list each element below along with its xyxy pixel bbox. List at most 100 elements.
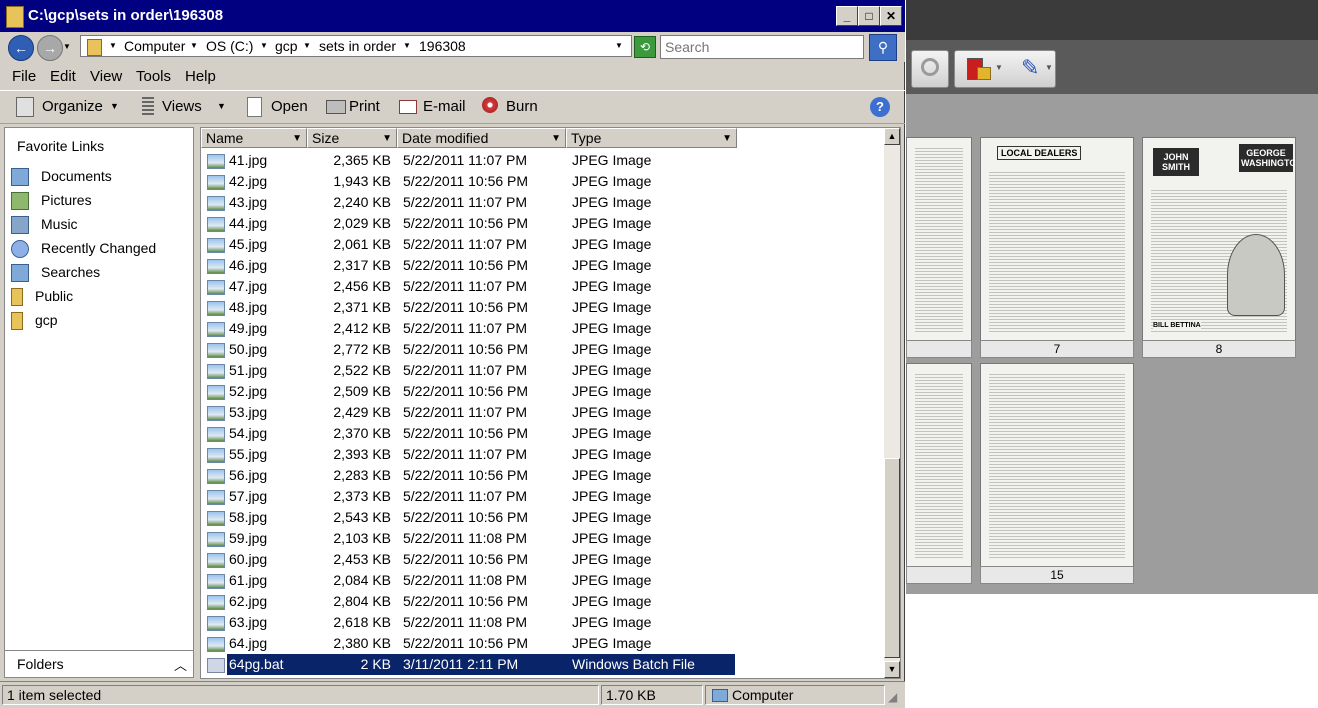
minimize-button[interactable]: _ bbox=[836, 6, 858, 26]
breadcrumb-gcp[interactable]: gcp bbox=[275, 36, 298, 56]
file-row[interactable]: 50.jpg 2,772 KB 5/22/2011 10:56 PM JPEG Ima… bbox=[201, 339, 884, 360]
file-row[interactable]: 64.jpg 2,380 KB 5/22/2011 10:56 PM JPEG Ima… bbox=[201, 633, 884, 654]
file-row[interactable]: 59.jpg 2,103 KB 5/22/2011 11:08 PM JPEG Ima… bbox=[201, 528, 884, 549]
menu-edit[interactable]: Edit bbox=[50, 68, 76, 85]
nav-link-documents[interactable]: Documents bbox=[11, 166, 112, 187]
nav-link-pictures[interactable]: Pictures bbox=[11, 190, 92, 211]
file-row[interactable]: 47.jpg 2,456 KB 5/22/2011 11:07 PM JPEG Ima… bbox=[201, 276, 884, 297]
print-button[interactable]: Print bbox=[349, 98, 380, 115]
chevron-down-icon[interactable]: ▼ bbox=[292, 129, 302, 148]
page-thumbnail[interactable] bbox=[906, 137, 972, 342]
menu-view[interactable]: View bbox=[90, 68, 122, 85]
breadcrumb-current-folder[interactable]: 196308 bbox=[419, 36, 466, 56]
organize-button[interactable]: Organize bbox=[42, 98, 103, 115]
file-date-modified: 5/22/2011 10:56 PM bbox=[403, 257, 529, 273]
chevron-down-icon[interactable]: ▼ bbox=[382, 129, 392, 148]
file-row[interactable]: 43.jpg 2,240 KB 5/22/2011 11:07 PM JPEG Ima… bbox=[201, 192, 884, 213]
scroll-up-button[interactable]: ▲ bbox=[884, 128, 900, 145]
dancer-illustration bbox=[1227, 234, 1285, 316]
recent-pages-chevron-icon[interactable]: ▼ bbox=[63, 42, 71, 51]
search-input[interactable] bbox=[660, 35, 864, 59]
chevron-down-icon[interactable]: ▼ bbox=[217, 101, 226, 111]
column-header-name[interactable]: Name ▼ bbox=[201, 128, 307, 148]
file-size: 2,772 KB bbox=[333, 341, 391, 357]
help-button[interactable]: ? bbox=[870, 97, 890, 117]
file-row[interactable]: 46.jpg 2,317 KB 5/22/2011 10:56 PM JPEG Ima… bbox=[201, 255, 884, 276]
file-row[interactable]: 60.jpg 2,453 KB 5/22/2011 10:56 PM JPEG Ima… bbox=[201, 549, 884, 570]
file-row[interactable]: 53.jpg 2,429 KB 5/22/2011 11:07 PM JPEG Ima… bbox=[201, 402, 884, 423]
file-row[interactable]: 41.jpg 2,365 KB 5/22/2011 11:07 PM JPEG Ima… bbox=[201, 150, 884, 171]
menu-help[interactable]: Help bbox=[185, 68, 216, 85]
close-button[interactable]: ✕ bbox=[880, 6, 902, 26]
protect-and-sign-group[interactable]: ▼ ✎ ▼ bbox=[954, 50, 1056, 88]
refresh-button[interactable]: ⟲ bbox=[634, 36, 656, 58]
file-row[interactable]: 54.jpg 2,370 KB 5/22/2011 10:56 PM JPEG Ima… bbox=[201, 423, 884, 444]
address-history-chevron-icon[interactable]: ▼ bbox=[615, 36, 623, 56]
file-name: 41.jpg bbox=[229, 152, 268, 168]
column-header-size[interactable]: Size ▼ bbox=[307, 128, 397, 148]
nav-link-recently-changed[interactable]: Recently Changed bbox=[11, 238, 156, 259]
file-row[interactable]: 62.jpg 2,804 KB 5/22/2011 10:56 PM JPEG Ima… bbox=[201, 591, 884, 612]
file-row[interactable]: 55.jpg 2,393 KB 5/22/2011 11:07 PM JPEG Ima… bbox=[201, 444, 884, 465]
page-thumbnail[interactable] bbox=[980, 363, 1134, 568]
scroll-down-button[interactable]: ▼ bbox=[884, 661, 900, 678]
jpeg-image-icon bbox=[207, 217, 225, 232]
open-button[interactable]: Open bbox=[271, 98, 308, 115]
page-label: 8 bbox=[1142, 340, 1296, 358]
views-button[interactable]: Views bbox=[162, 98, 202, 115]
file-row[interactable]: 45.jpg 2,061 KB 5/22/2011 11:07 PM JPEG Ima… bbox=[201, 234, 884, 255]
nav-link-searches[interactable]: Searches bbox=[11, 262, 100, 283]
page-thumbnail[interactable] bbox=[906, 363, 972, 568]
menu-tools[interactable]: Tools bbox=[136, 68, 171, 85]
file-row[interactable]: 64pg.bat 2 KB 3/11/2011 2:11 PM Windows Bat… bbox=[201, 654, 884, 675]
file-row[interactable]: 61.jpg 2,084 KB 5/22/2011 11:08 PM JPEG Ima… bbox=[201, 570, 884, 591]
chevron-down-icon[interactable]: ▼ bbox=[190, 36, 198, 56]
address-field[interactable]: ▼ Computer ▼ OS (C:) ▼ gcp ▼ sets in ord… bbox=[80, 35, 632, 57]
page-thumbnail[interactable]: JOHN SMITH GEORGE WASHINGTON BILL BETTIN… bbox=[1142, 137, 1296, 342]
column-header-date-modified[interactable]: Date modified ▼ bbox=[397, 128, 566, 148]
file-row[interactable]: 51.jpg 2,522 KB 5/22/2011 11:07 PM JPEG Ima… bbox=[201, 360, 884, 381]
page-label: 7 bbox=[980, 340, 1134, 358]
chevron-down-icon[interactable]: ▼ bbox=[403, 36, 411, 56]
chevron-down-icon[interactable]: ▼ bbox=[109, 36, 117, 56]
chevron-down-icon[interactable]: ▼ bbox=[551, 129, 561, 148]
file-row[interactable]: 58.jpg 2,543 KB 5/22/2011 10:56 PM JPEG Ima… bbox=[201, 507, 884, 528]
nav-link-gcp[interactable]: gcp bbox=[11, 310, 58, 331]
chevron-down-icon[interactable]: ▼ bbox=[110, 101, 119, 111]
nav-link-public[interactable]: Public bbox=[11, 286, 73, 307]
resize-grip-icon[interactable]: ◢ bbox=[888, 690, 897, 704]
rotate-button[interactable] bbox=[911, 50, 949, 88]
file-row[interactable]: 63.jpg 2,618 KB 5/22/2011 11:08 PM JPEG Ima… bbox=[201, 612, 884, 633]
file-row[interactable]: 57.jpg 2,373 KB 5/22/2011 11:07 PM JPEG Ima… bbox=[201, 486, 884, 507]
nav-link-music[interactable]: Music bbox=[11, 214, 78, 235]
file-row[interactable]: 56.jpg 2,283 KB 5/22/2011 10:56 PM JPEG Ima… bbox=[201, 465, 884, 486]
breadcrumb-computer[interactable]: Computer bbox=[124, 36, 185, 56]
file-name: 48.jpg bbox=[229, 299, 268, 315]
scroll-thumb[interactable] bbox=[884, 458, 900, 658]
breadcrumb-sets-in-order[interactable]: sets in order bbox=[319, 36, 396, 56]
menu-file[interactable]: File bbox=[12, 68, 36, 85]
file-size: 2,240 KB bbox=[333, 194, 391, 210]
documents-icon bbox=[11, 168, 29, 187]
forward-button[interactable]: → bbox=[37, 35, 63, 61]
column-header-type[interactable]: Type ▼ bbox=[566, 128, 737, 148]
page-thumbnail[interactable]: LOCAL DEALERS bbox=[980, 137, 1134, 342]
chevron-down-icon[interactable]: ▼ bbox=[260, 36, 268, 56]
title-bar[interactable]: C:\gcp\sets in order\196308 _ □ ✕ bbox=[0, 0, 905, 32]
file-row[interactable]: 49.jpg 2,412 KB 5/22/2011 11:07 PM JPEG Ima… bbox=[201, 318, 884, 339]
vertical-scrollbar[interactable]: ▲ ▼ bbox=[884, 128, 900, 678]
back-button[interactable]: ← bbox=[8, 35, 34, 61]
file-row[interactable]: 52.jpg 2,509 KB 5/22/2011 10:56 PM JPEG Ima… bbox=[201, 381, 884, 402]
maximize-button[interactable]: □ bbox=[858, 6, 880, 26]
file-type: JPEG Image bbox=[572, 530, 652, 546]
breadcrumb-drive[interactable]: OS (C:) bbox=[206, 36, 253, 56]
file-row[interactable]: 44.jpg 2,029 KB 5/22/2011 10:56 PM JPEG Ima… bbox=[201, 213, 884, 234]
file-row[interactable]: 42.jpg 1,943 KB 5/22/2011 10:56 PM JPEG Ima… bbox=[201, 171, 884, 192]
email-button[interactable]: E-mail bbox=[423, 98, 466, 115]
search-button[interactable]: ⚲ bbox=[869, 34, 897, 61]
burn-button[interactable]: Burn bbox=[506, 98, 538, 115]
chevron-down-icon[interactable]: ▼ bbox=[722, 129, 732, 148]
folders-pane-toggle[interactable]: Folders ︿ bbox=[4, 650, 194, 678]
chevron-down-icon[interactable]: ▼ bbox=[303, 36, 311, 56]
file-row[interactable]: 48.jpg 2,371 KB 5/22/2011 10:56 PM JPEG Ima… bbox=[201, 297, 884, 318]
